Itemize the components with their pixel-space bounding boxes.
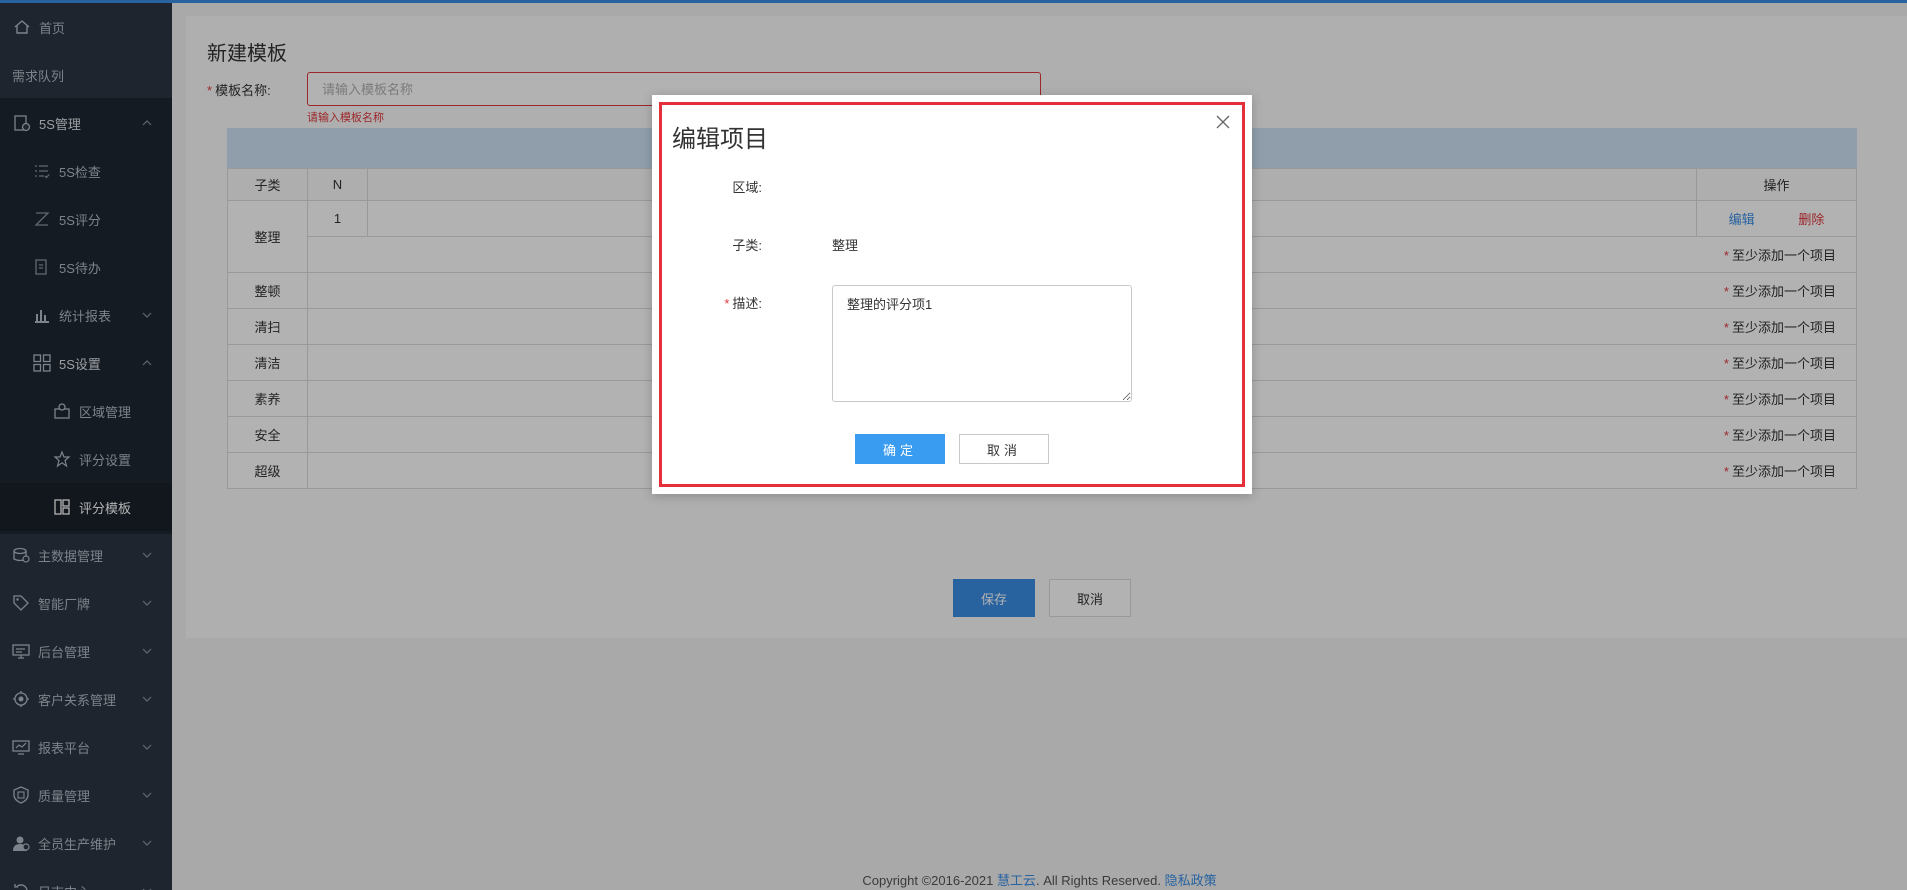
confirm-button[interactable]: 确定 xyxy=(855,434,945,464)
sub-label: 子类: xyxy=(732,238,762,253)
sub-value: 整理 xyxy=(832,238,859,253)
desc-textarea[interactable]: 整理的评分项1 xyxy=(832,285,1132,402)
dialog-title: 编辑项目 xyxy=(672,126,768,153)
dialog-cancel-button[interactable]: 取消 xyxy=(959,434,1049,464)
edit-item-dialog: 编辑项目 区域: 子类: 整理 * 描述: 整理的评分项1 确定 取消 xyxy=(652,95,1252,494)
close-icon[interactable] xyxy=(1216,115,1230,129)
area-label: 区域: xyxy=(732,180,762,195)
desc-label: * 描述: xyxy=(724,296,762,311)
